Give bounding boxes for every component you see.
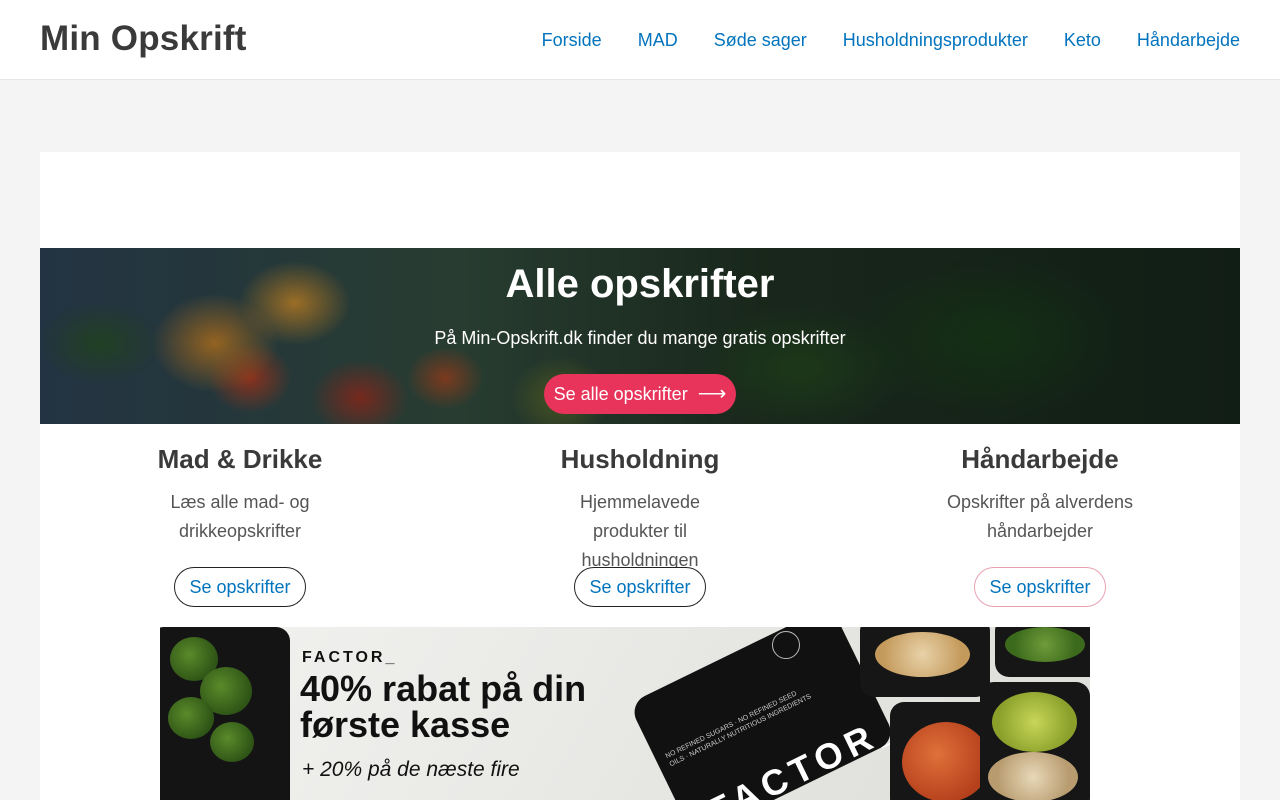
site-logo[interactable]: Min Opskrift [40,19,247,59]
main-nav: Forside MAD Søde sager Husholdningsprodu… [506,0,1240,80]
hero-subtitle: På Min-Opskrift.dk finder du mange grati… [434,328,846,348]
nav-item-mad[interactable]: MAD [638,30,678,51]
category-title: Mad & Drikke [157,444,323,474]
category-description: Hjemmelavede produkter til husholdningen [579,492,701,570]
category-description: Opskrifter på alverdens håndarbejder [946,492,1134,541]
greens-image [1005,627,1085,662]
nav-item-husholdningsprodukter[interactable]: Husholdningsprodukter [843,30,1028,51]
see-all-recipes-button[interactable]: Se alle opskrifter ⟶ [544,374,736,414]
category-husholdning: Husholdning Hjemmelavede produkter til h… [440,424,840,624]
broccoli-image [168,697,214,739]
category-title: Håndarbejde [961,444,1119,474]
grilled-chicken-image [988,752,1078,800]
see-recipes-button-husholdning[interactable]: Se opskrifter [574,567,706,607]
see-recipes-button-haandarbejde[interactable]: Se opskrifter [974,567,1106,607]
site-header: Min Opskrift Forside MAD Søde sager Hush… [0,0,1280,80]
hero-banner: Alle opskrifter På Min-Opskrift.dk finde… [40,248,1240,424]
hero-inner: Alle opskrifter På Min-Opskrift.dk finde… [40,248,1240,424]
main-content: Alle opskrifter På Min-Opskrift.dk finde… [40,152,1240,800]
nav-item-haandarbejde[interactable]: Håndarbejde [1137,30,1240,51]
hero-title: Alle opskrifter [505,262,775,306]
ad-brand: FACTOR_ [302,649,398,666]
nav-item-forside[interactable]: Forside [542,30,602,51]
category-title: Husholdning [560,444,720,474]
see-all-recipes-label: Se alle opskrifter [553,383,688,404]
factor-ad-banner[interactable]: FACTOR_ 40% rabat på din første kasse + … [160,627,1090,800]
category-description: Læs alle mad- og drikkeopskrifter [170,492,310,541]
zucchini-noodles-image [992,692,1077,752]
seal-icon [772,631,800,659]
category-haandarbejde: Håndarbejde Opskrifter på alverdens hånd… [840,424,1240,624]
arrow-right-icon: ⟶ [697,383,727,405]
category-mad-drikke: Mad & Drikke Læs alle mad- og drikkeopsk… [40,424,440,624]
nav-item-soede-sager[interactable]: Søde sager [714,30,807,51]
tomato-dish-image [902,722,990,800]
ad-subline: + 20% på de næste fire [302,758,520,781]
broccoli-image [210,722,254,762]
ad-headline: 40% rabat på din første kasse [300,668,587,745]
chicken-image [875,632,970,677]
category-columns: Mad & Drikke Læs alle mad- og drikkeopsk… [40,424,1240,624]
nav-item-keto[interactable]: Keto [1064,30,1101,51]
see-recipes-button-mad-drikke[interactable]: Se opskrifter [174,567,306,607]
